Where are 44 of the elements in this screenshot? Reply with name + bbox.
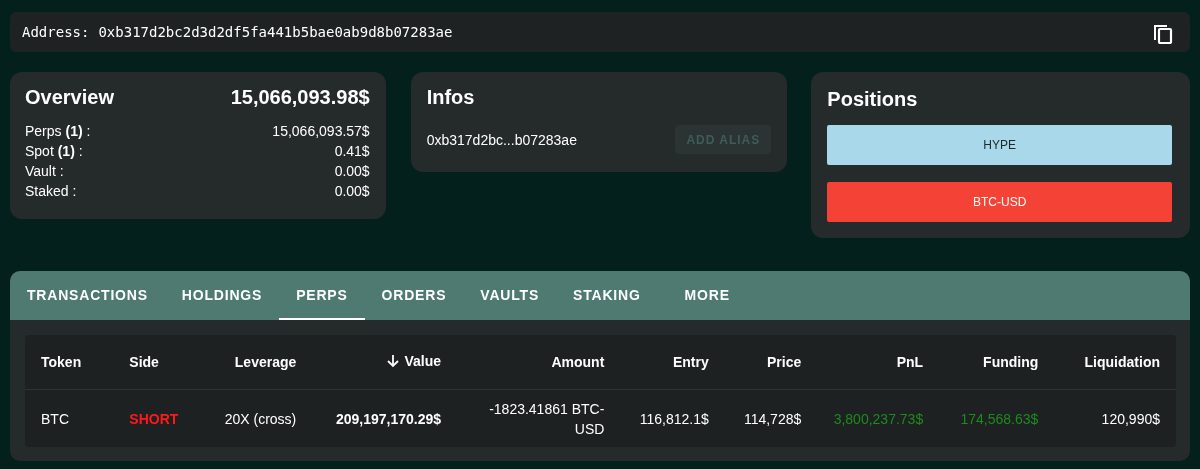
table-cell: SHORT (113, 389, 195, 447)
table-cell: 116,812.1$ (620, 389, 725, 447)
table-cell: 209,197,170.29$ (312, 389, 457, 447)
tab[interactable]: VAULTS (463, 271, 557, 320)
table-cell: 3,800,237.73$ (817, 389, 940, 447)
card-title: Infos (426, 86, 476, 109)
table-cell: -1823.41861 BTC-USD (457, 389, 621, 447)
address-value: 0xb317d2bc2d3d2df5fa441b5bae0ab9d8b07283ae (98, 24, 453, 40)
table-cell: 120,990$ (1054, 389, 1176, 447)
balance-value: 0.41$ (334, 142, 370, 161)
short-address: 0xb317d2bc...b07283ae (426, 131, 577, 148)
table-cell: 114,728$ (724, 389, 818, 447)
table-cell: 174,568.63$ (939, 389, 1055, 447)
tab[interactable]: PERPS (279, 271, 365, 320)
tab[interactable]: ORDERS (364, 271, 464, 320)
position-button[interactable]: HYPE (827, 125, 1172, 165)
card-title: Overview (25, 86, 114, 109)
tab[interactable]: STAKING (556, 271, 658, 320)
balance-value: 15,066,093.57$ (272, 122, 370, 141)
column-header[interactable]: PnL (817, 335, 940, 390)
balance-value: 0.00$ (334, 182, 370, 201)
table-cell: 20X (cross) (194, 389, 313, 447)
total-value: 15,066,093.98$ (230, 86, 370, 109)
balance-label: Perps (1) : (25, 122, 91, 141)
balance-label: Spot (1) : (25, 142, 83, 161)
column-header[interactable]: Amount (457, 335, 621, 390)
tab[interactable]: TRANSACTIONS (10, 271, 165, 320)
column-header[interactable]: Value (312, 335, 457, 390)
card-title: Positions (827, 88, 919, 111)
balance-label: Staked : (25, 182, 77, 201)
column-header[interactable]: Token (25, 335, 114, 390)
column-header[interactable]: Price (724, 335, 818, 390)
column-header[interactable]: Leverage (194, 335, 313, 390)
column-header[interactable]: Funding (939, 335, 1055, 390)
tab[interactable]: HOLDINGS (164, 271, 280, 320)
tab[interactable]: MORE (667, 271, 747, 320)
column-header[interactable]: Entry (620, 335, 725, 390)
column-header[interactable]: Liquidation (1054, 335, 1176, 390)
balance-label: Vault : (25, 162, 64, 181)
balance-value: 0.00$ (334, 162, 370, 181)
position-button[interactable]: BTC-USD (827, 182, 1172, 222)
column-header[interactable]: Side (113, 335, 195, 390)
table-cell: BTC (25, 389, 114, 447)
address-label: Address: (22, 24, 90, 40)
